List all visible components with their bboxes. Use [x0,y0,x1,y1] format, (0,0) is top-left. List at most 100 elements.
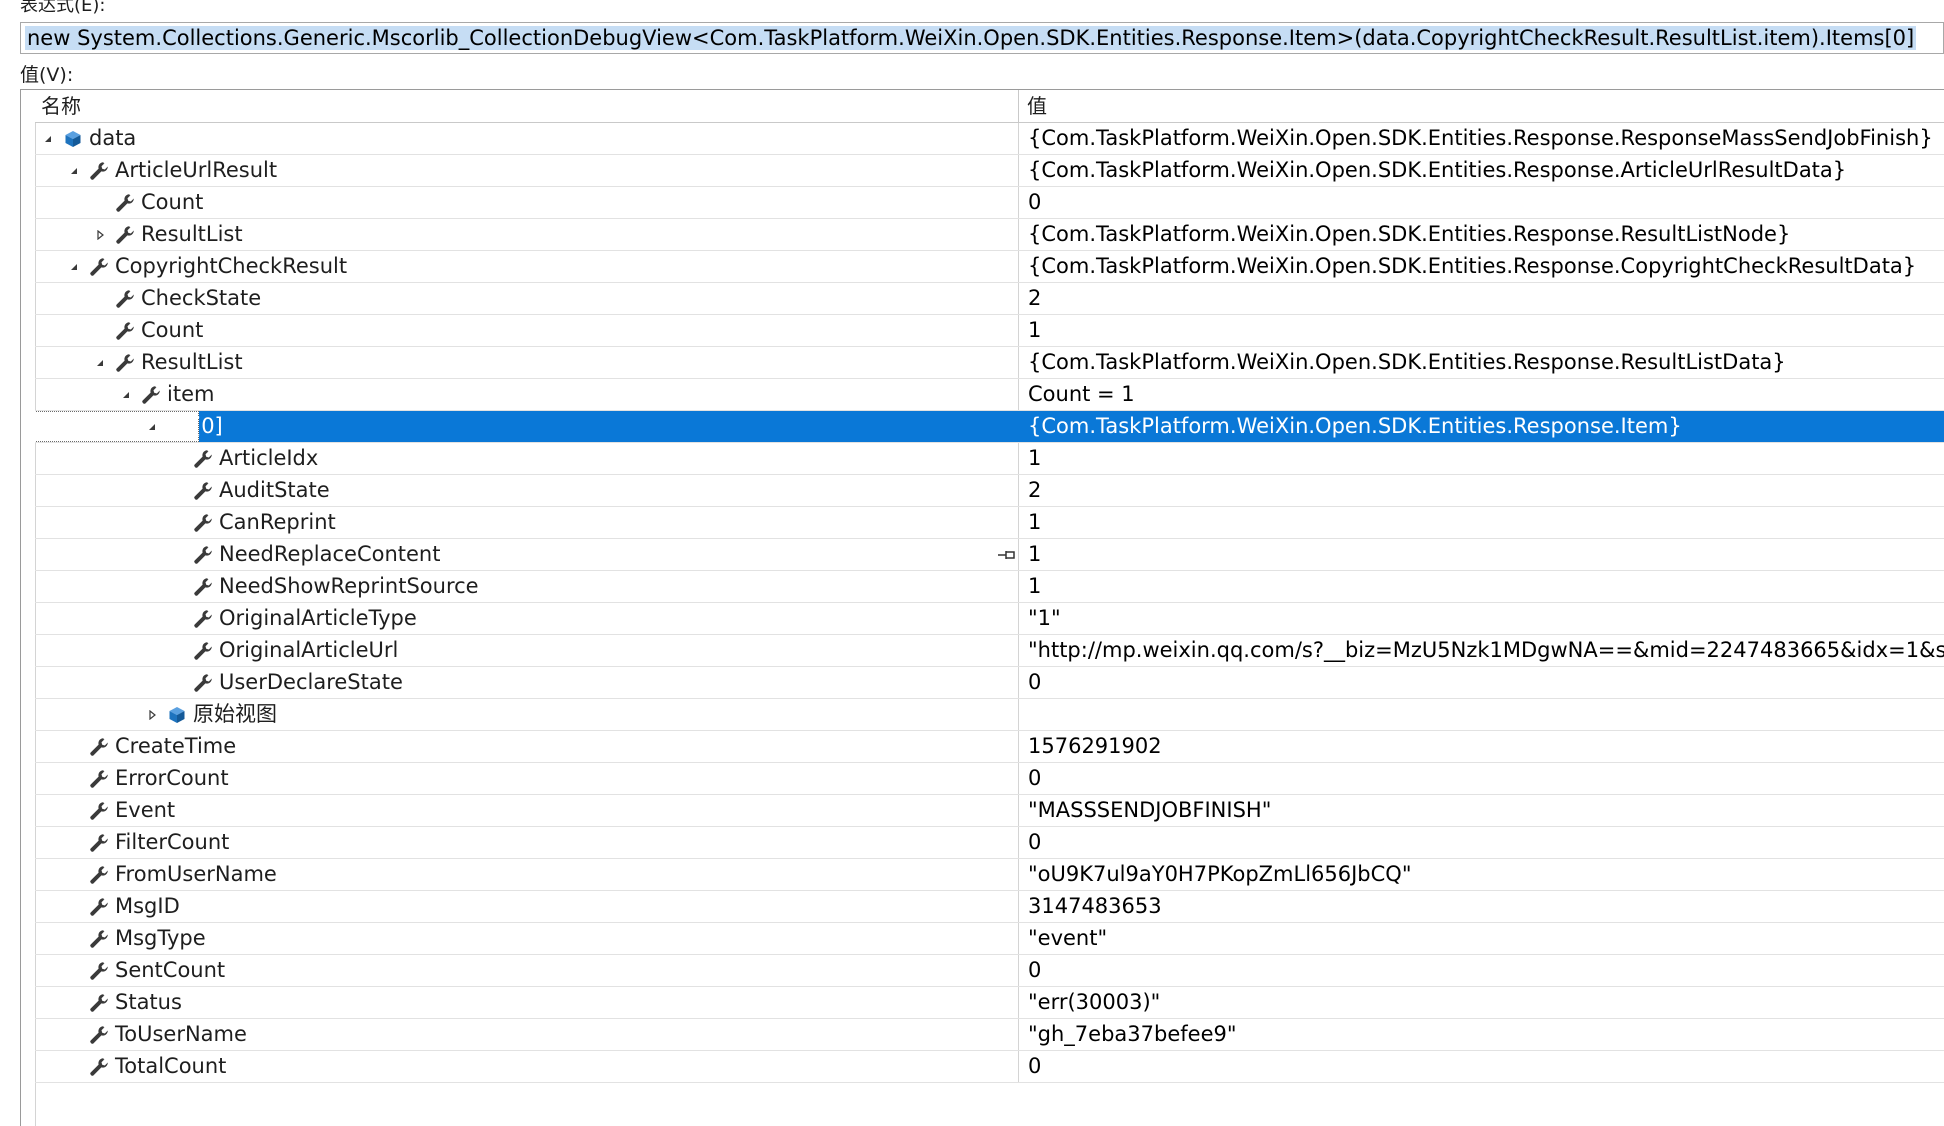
tree-row[interactable]: CopyrightCheckResult {Com.TaskPlatform.We… [35,251,1944,283]
value-cell[interactable]: {Com.TaskPlatform.WeiXin.Open.SDK.Entiti… [1018,155,1944,186]
value-cell[interactable]: 2 [1018,475,1944,506]
name-cell[interactable]: Count [35,187,1018,218]
name-cell[interactable]: ErrorCount [35,763,1018,794]
value-cell[interactable] [1018,699,1944,730]
tree-row[interactable]: ResultList {Com.TaskPlatform.WeiXin.Open.… [35,219,1944,251]
name-cell[interactable]: SentCount [35,955,1018,986]
name-cell[interactable]: FromUserName [35,859,1018,890]
value-cell[interactable]: 2 [1018,283,1944,314]
tree-row[interactable]: FilterCount 0 [35,827,1944,859]
tree-row[interactable]: SentCount 0 [35,955,1944,987]
tree-row[interactable]: AuditState 2 [35,475,1944,507]
watch-grid[interactable]: 名称 值 data {Com.TaskPlatform.WeiXin.Open.S… [20,89,1944,1126]
column-header-name[interactable]: 名称 [41,90,81,122]
pin-icon[interactable] [997,539,1017,570]
value-cell[interactable]: 1576291902 [1018,731,1944,762]
name-cell[interactable]: Count [35,315,1018,346]
name-cell[interactable]: OriginalArticleUrl [35,635,1018,666]
name-cell[interactable]: MsgType [35,923,1018,954]
column-header-value[interactable]: 值 [1027,90,1047,122]
name-cell[interactable]: CanReprint [35,507,1018,538]
name-cell[interactable]: ArticleUrlResult [35,155,1018,186]
name-cell[interactable]: UserDeclareState [35,667,1018,698]
expression-input[interactable]: new System.Collections.Generic.Mscorlib_… [20,22,1944,54]
value-cell[interactable]: {Com.TaskPlatform.WeiXin.Open.SDK.Entiti… [1018,123,1944,154]
value-cell[interactable]: "http://mp.weixin.qq.com/s?__biz=MzU5Nzk… [1018,635,1944,666]
value-cell[interactable]: {Com.TaskPlatform.WeiXin.Open.SDK.Entiti… [1018,251,1944,282]
collapse-arrow-icon[interactable] [65,251,83,282]
tree-row[interactable]: ErrorCount 0 [35,763,1944,795]
collapse-arrow-icon[interactable] [65,155,83,186]
name-cell[interactable]: CheckState [35,283,1018,314]
name-cell[interactable]: ResultList [35,347,1018,378]
tree-row[interactable]: Event "MASSSENDJOBFINISH" [35,795,1944,827]
value-cell[interactable]: 1 [1018,507,1944,538]
expand-arrow-icon[interactable] [91,219,109,250]
tree-row[interactable]: ArticleIdx 1 [35,443,1944,475]
tree-row[interactable]: UserDeclareState 0 [35,667,1944,699]
tree-row[interactable]: OriginalArticleType "1" [35,603,1944,635]
tree-row[interactable]: MsgID 3147483653 [35,891,1944,923]
tree-row[interactable]: NeedReplaceContent 1 [35,539,1944,571]
value-cell[interactable]: 0 [1018,827,1944,858]
value-cell[interactable]: Count = 1 [1018,379,1944,410]
name-cell[interactable]: FilterCount [35,827,1018,858]
value-cell[interactable]: 3147483653 [1018,891,1944,922]
tree-row[interactable]: ToUserName "gh_7eba37befee9" [35,1019,1944,1051]
name-cell[interactable]: item [35,379,1018,410]
value-cell[interactable]: 0 [1018,187,1944,218]
name-cell[interactable]: CopyrightCheckResult [35,251,1018,282]
tree-row[interactable]: TotalCount 0 [35,1051,1944,1083]
tree-row[interactable]: 原始视图 [35,699,1944,731]
column-divider[interactable] [1018,90,1019,122]
value-cell[interactable]: 0 [1018,667,1944,698]
collapse-arrow-icon[interactable] [91,347,109,378]
collapse-arrow-icon[interactable] [117,379,135,410]
tree-row[interactable]: Count 0 [35,187,1944,219]
tree-row[interactable]: Status "err(30003)" [35,987,1944,1019]
tree-row[interactable]: CanReprint 1 [35,507,1944,539]
value-cell[interactable]: "err(30003)" [1018,987,1944,1018]
value-cell[interactable]: "oU9K7ul9aY0H7PKopZmLl656JbCQ" [1018,859,1944,890]
name-cell[interactable]: Event [35,795,1018,826]
value-cell[interactable]: 1 [1018,539,1944,570]
value-cell[interactable]: "MASSSENDJOBFINISH" [1018,795,1944,826]
value-cell[interactable]: {Com.TaskPlatform.WeiXin.Open.SDK.Entiti… [1018,411,1944,442]
value-cell[interactable]: "1" [1018,603,1944,634]
name-cell[interactable]: ArticleIdx [35,443,1018,474]
tree-row[interactable]: CreateTime 1576291902 [35,731,1944,763]
name-cell[interactable]: AuditState [35,475,1018,506]
expand-arrow-icon[interactable] [143,699,161,730]
tree-row[interactable]: NeedShowReprintSource 1 [35,571,1944,603]
name-cell[interactable]: OriginalArticleType [35,603,1018,634]
name-cell[interactable]: [0] [35,411,1018,442]
name-cell[interactable]: ToUserName [35,1019,1018,1050]
tree-row[interactable]: FromUserName "oU9K7ul9aY0H7PKopZmLl656JbC… [35,859,1944,891]
name-cell[interactable]: NeedShowReprintSource [35,571,1018,602]
value-cell[interactable]: {Com.TaskPlatform.WeiXin.Open.SDK.Entiti… [1018,347,1944,378]
value-cell[interactable]: 0 [1018,955,1944,986]
tree-row[interactable]: [0] {Com.TaskPlatform.WeiXin.Open.SDK.Ent… [35,411,1944,443]
name-cell[interactable]: data [35,123,1018,154]
name-cell[interactable]: TotalCount [35,1051,1018,1082]
tree-row[interactable]: MsgType "event" [35,923,1944,955]
name-cell[interactable]: NeedReplaceContent [35,539,1018,570]
name-cell[interactable]: 原始视图 [35,699,1018,730]
value-cell[interactable]: "event" [1018,923,1944,954]
value-cell[interactable]: 1 [1018,571,1944,602]
value-cell[interactable]: 0 [1018,1051,1944,1082]
collapse-arrow-icon[interactable] [39,123,57,154]
tree-row[interactable]: OriginalArticleUrl "http://mp.weixin.qq.c… [35,635,1944,667]
tree-row[interactable]: Count 1 [35,315,1944,347]
name-cell[interactable]: ResultList [35,219,1018,250]
name-cell[interactable]: Status [35,987,1018,1018]
name-cell[interactable]: CreateTime [35,731,1018,762]
tree-row[interactable]: ArticleUrlResult {Com.TaskPlatform.WeiXin… [35,155,1944,187]
tree-row[interactable]: ResultList {Com.TaskPlatform.WeiXin.Open.… [35,347,1944,379]
tree-row[interactable]: item Count = 1 [35,379,1944,411]
value-cell[interactable]: 1 [1018,315,1944,346]
value-cell[interactable]: {Com.TaskPlatform.WeiXin.Open.SDK.Entiti… [1018,219,1944,250]
collapse-arrow-icon[interactable] [143,411,161,442]
value-cell[interactable]: "gh_7eba37befee9" [1018,1019,1944,1050]
value-cell[interactable]: 1 [1018,443,1944,474]
